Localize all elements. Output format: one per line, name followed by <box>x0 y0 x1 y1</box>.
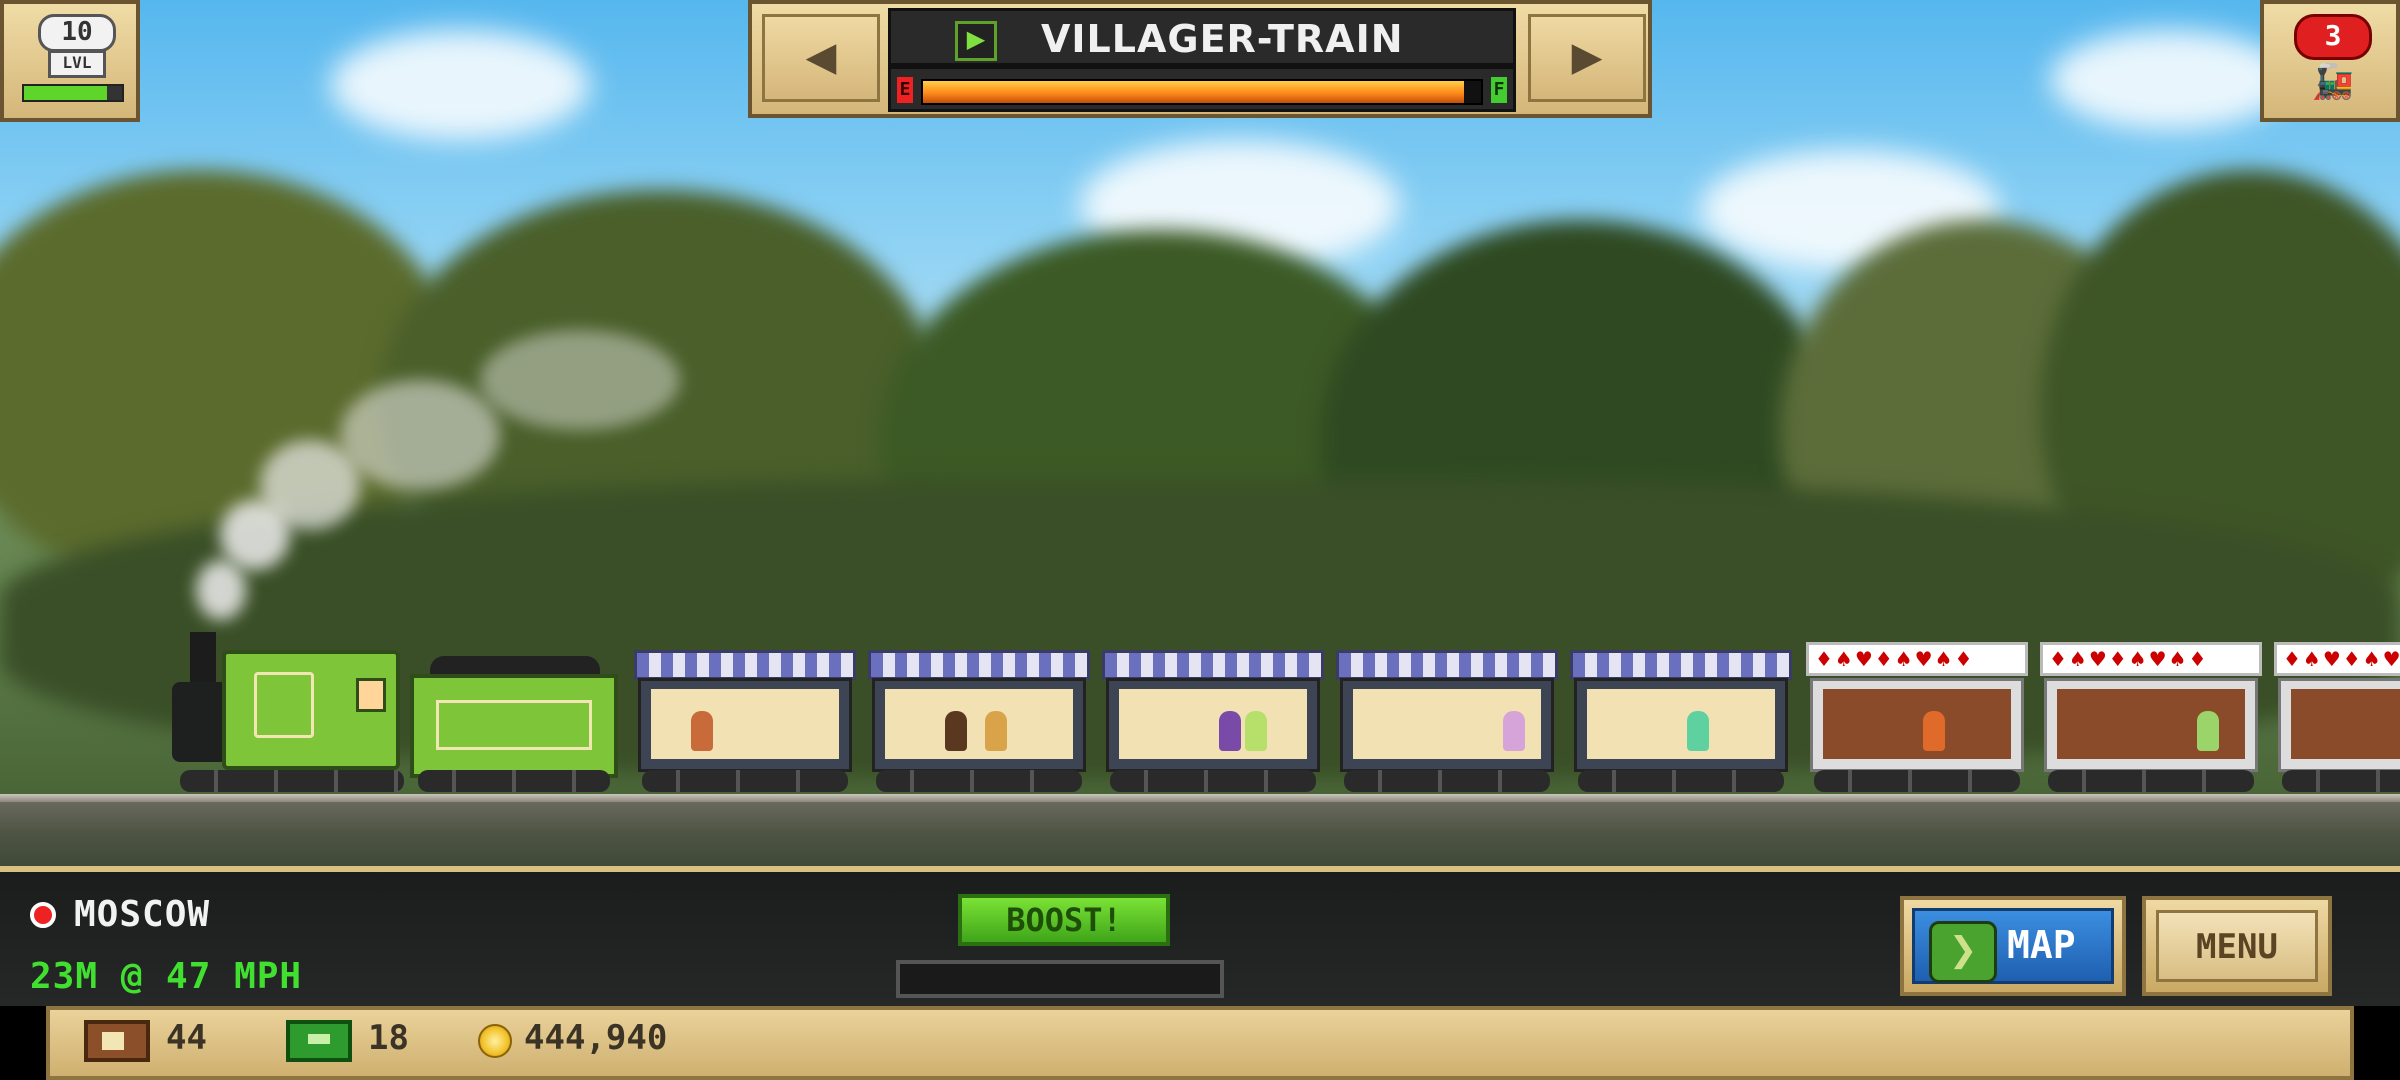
location-dot-icon <box>30 902 56 928</box>
train-title-box: ▶ VILLAGER-TRAIN <box>888 8 1516 66</box>
trains-count-badge: 3 <box>2294 14 2372 60</box>
map-button-label: MAP <box>2007 923 2076 967</box>
boost-meter <box>896 960 1224 998</box>
resource-bar: 44 18 444,940 <box>46 1006 2354 1080</box>
passenger-car[interactable] <box>1102 650 1324 792</box>
crate-icon <box>84 1020 150 1062</box>
distance-speed-readout: 23M @ 47 MPH <box>30 956 303 997</box>
level-label: LVL <box>48 50 106 78</box>
rail-track <box>0 794 2400 802</box>
level-number: 10 <box>38 14 116 52</box>
passenger-car[interactable] <box>1570 650 1792 792</box>
locomotive[interactable] <box>172 626 412 792</box>
cash-count: 18 <box>368 1018 409 1058</box>
train-selector: ◀ ▶ VILLAGER-TRAIN E F ▶ <box>748 0 1652 118</box>
dashboard: MOSCOW 23M @ 47 MPH BOOST! ❯ MAP MENU <box>0 866 2400 1006</box>
game-scene <box>0 0 2400 880</box>
passenger-car[interactable] <box>868 650 1090 792</box>
passenger-car[interactable] <box>1336 650 1558 792</box>
menu-button-label: MENU <box>2156 910 2318 982</box>
train-icon: 🚂 <box>2311 62 2355 102</box>
crate-count: 44 <box>166 1018 207 1058</box>
card-game-car[interactable] <box>1806 642 2028 792</box>
level-indicator[interactable]: 10 LVL <box>0 0 140 122</box>
level-progress-bar <box>22 84 124 102</box>
next-train-button[interactable]: ▶ <box>1528 14 1646 102</box>
menu-button[interactable]: MENU <box>2142 896 2332 996</box>
prev-train-button[interactable]: ◀ <box>762 14 880 102</box>
card-game-car[interactable] <box>2274 642 2400 792</box>
location-name: MOSCOW <box>74 894 211 935</box>
boost-button[interactable]: BOOST! <box>958 894 1170 946</box>
fuel-bar <box>921 79 1483 105</box>
trains-button[interactable]: 3 🚂 <box>2260 0 2400 122</box>
arrow-right-icon: ▶ <box>1571 34 1603 80</box>
fuel-full-label: F <box>1491 77 1507 103</box>
passenger-car[interactable] <box>634 650 856 792</box>
fuel-gauge: E F <box>888 66 1516 112</box>
coal-tender[interactable] <box>410 656 618 792</box>
coin-count: 444,940 <box>524 1018 668 1058</box>
map-icon: ❯ <box>1929 921 1997 983</box>
fuel-empty-label: E <box>897 77 913 103</box>
coin-icon <box>478 1024 512 1058</box>
card-game-car[interactable] <box>2040 642 2262 792</box>
fuel-fill <box>923 81 1465 103</box>
arrow-left-icon: ◀ <box>805 34 837 80</box>
train-name: VILLAGER-TRAIN <box>1041 17 1404 61</box>
cash-icon <box>286 1020 352 1062</box>
level-progress-fill <box>24 86 108 100</box>
map-button[interactable]: ❯ MAP <box>1900 896 2126 996</box>
train-flag-icon: ▶ <box>955 21 997 61</box>
